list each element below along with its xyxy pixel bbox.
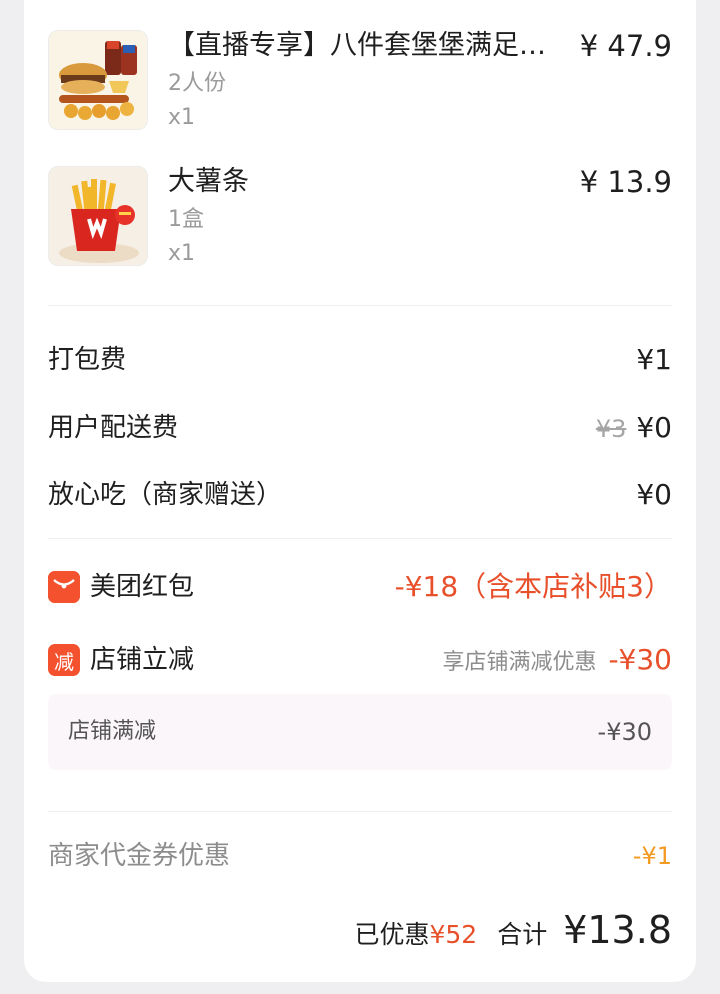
order-item[interactable]: 【直播专享】八件套堡堡满足双… 2人份 x1 ¥ 47.9: [48, 30, 672, 130]
total-label: 合计: [497, 920, 548, 949]
full-reduction-label: 店铺满减: [68, 719, 157, 744]
divider: [48, 305, 672, 306]
red-packet-value: -¥18（含本店补贴3）: [394, 570, 672, 603]
order-item[interactable]: 大薯条 1盒 x1 ¥ 13.9: [48, 166, 672, 266]
delivery-fee-original: ¥3: [595, 415, 627, 443]
packing-fee-value: ¥1: [636, 343, 672, 376]
red-packet-row[interactable]: 美团红包 -¥18（含本店补贴3）: [48, 567, 672, 607]
packing-fee-row: 打包费 ¥1: [48, 340, 672, 380]
store-discount-detail: 店铺满减 -¥30: [48, 694, 672, 770]
store-discount-row[interactable]: 减 店铺立减 享店铺满减优惠 -¥30: [48, 640, 672, 680]
assurance-value: ¥0: [636, 478, 672, 511]
voucher-value: -¥1: [632, 842, 672, 870]
delivery-fee-value: ¥0: [636, 411, 672, 444]
delivery-fee-row: 用户配送费 ¥3 ¥0: [48, 408, 672, 448]
order-total: 已优惠 ¥52 合计 ¥13.8: [354, 908, 672, 952]
packing-fee-label: 打包费: [48, 345, 127, 375]
item-spec: 2人份: [168, 71, 226, 96]
item-spec: 1盒: [168, 207, 204, 232]
store-discount-values: 享店铺满减优惠 -¥30: [442, 640, 672, 683]
assurance-label: 放心吃（商家赠送）: [48, 480, 283, 510]
red-packet-label: 美团红包: [90, 572, 195, 602]
item-name: 大薯条: [168, 166, 249, 197]
total-value: ¥13.8: [563, 908, 672, 952]
assurance-row[interactable]: 放心吃（商家赠送） ¥0: [48, 475, 672, 515]
saved-value: ¥52: [429, 920, 478, 949]
full-reduction-value: -¥30: [597, 718, 652, 746]
item-name: 【直播专享】八件套堡堡满足双…: [168, 30, 558, 61]
store-discount-note: 享店铺满减优惠: [442, 650, 597, 675]
item-quantity: x1: [168, 241, 196, 266]
store-discount-label: 店铺立减: [90, 645, 195, 675]
discount-badge-icon: 减: [48, 644, 80, 676]
fries-image: [48, 166, 148, 266]
item-price: ¥ 47.9: [579, 29, 672, 63]
item-price: ¥ 13.9: [579, 165, 672, 199]
red-envelope-icon: [48, 571, 80, 603]
divider: [48, 538, 672, 539]
saved-label: 已优惠: [354, 920, 430, 949]
voucher-row[interactable]: 商家代金券优惠 -¥1: [48, 836, 672, 876]
store-discount-value: -¥30: [608, 643, 672, 676]
burger-combo-image: [48, 30, 148, 130]
divider: [48, 811, 672, 812]
voucher-label: 商家代金券优惠: [48, 841, 231, 871]
delivery-fee-values: ¥3 ¥0: [596, 408, 672, 449]
item-quantity: x1: [168, 105, 196, 130]
delivery-fee-label: 用户配送费: [48, 413, 179, 443]
order-summary-card: 【直播专享】八件套堡堡满足双… 2人份 x1 ¥ 47.9 大薯条 1盒 x1 …: [24, 0, 696, 982]
